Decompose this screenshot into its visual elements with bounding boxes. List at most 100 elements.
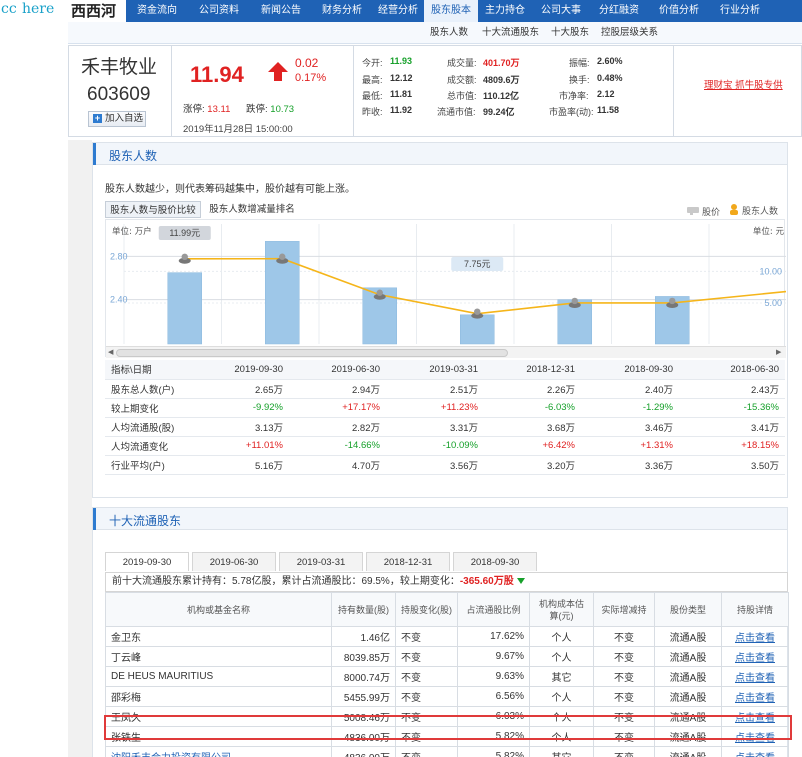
scroll-right-icon[interactable]: ▶ [776, 348, 781, 356]
stat-float-value: 99.24亿 [483, 107, 515, 117]
title-accent [93, 143, 96, 165]
holders-cell: 4.70万 [289, 455, 386, 475]
top10-cell-actual: 不变 [593, 686, 655, 707]
stat-mktcap: 总市值: 110.12亿 [447, 89, 519, 102]
nav-industry[interactable]: 行业分析 [710, 0, 770, 22]
stat-pb-label: 市净率: [559, 91, 589, 101]
top10-cell-actual: 不变 [593, 726, 655, 747]
top10-cell-type: 流通A股 [654, 726, 722, 747]
holders-table: 指标\日期 2019-09-30 2019-06-30 2019-03-31 2018-… [105, 360, 785, 475]
nav-main-holdings[interactable]: 主力持仓 [478, 0, 532, 22]
nav-news[interactable]: 新闻公告 [250, 0, 312, 22]
stat-prev-close: 昨收: 11.92 [362, 105, 412, 118]
top10-cell-detail[interactable]: 点击查看 [721, 666, 789, 687]
chart-scrollbar[interactable]: ◀ ▶ [106, 346, 786, 358]
holders-row-label: 股东总人数(户) [105, 379, 191, 399]
promo-link[interactable]: 理财宝 抓牛股专供 [704, 77, 783, 91]
legend-price: 股价 [687, 205, 720, 218]
top10-cell-qty: 5455.99万 [331, 686, 396, 707]
add-to-watchlist-button[interactable]: + 加入自选 [88, 111, 146, 127]
holders-cell: 3.46万 [581, 417, 679, 437]
scroll-thumb[interactable] [116, 349, 508, 357]
nav-finance[interactable]: 财务分析 [312, 0, 372, 22]
subnav-control-levels[interactable]: 控股层级关系 [601, 22, 658, 44]
top10-cell-detail[interactable]: 点击查看 [721, 646, 789, 667]
price-point-head [474, 308, 481, 315]
holders-header-date: 2019-06-30 [289, 360, 386, 380]
top10-cell-detail[interactable]: 点击查看 [721, 706, 789, 727]
holders-cell: 3.50万 [679, 455, 785, 475]
tab-2018-12-31[interactable]: 2018-12-31 [366, 552, 450, 571]
top10-cell-detail[interactable]: 点击查看 [721, 746, 789, 757]
stock-name: 禾丰牧业 [81, 57, 158, 78]
holders-cell: -6.03% [484, 398, 581, 418]
top10-row: 张铁生 4836.00万 不变 5.82% 个人 不变 流通A股 点击查看 [105, 726, 789, 747]
stat-amount: 成交额: 4809.6万 [447, 73, 520, 86]
tab-2019-03-31[interactable]: 2019-03-31 [279, 552, 363, 571]
top10-cell-qty: 4836.00万 [331, 746, 396, 757]
tab-2018-09-30[interactable]: 2018-09-30 [453, 552, 537, 571]
top10-row: 王凤久 5008.46万 不变 6.03% 个人 不变 流通A股 点击查看 [105, 706, 789, 727]
top10-panel-title: 十大流通股东 [93, 508, 787, 530]
top10-cell-detail[interactable]: 点击查看 [721, 726, 789, 747]
top10-cell-name[interactable]: 沈阳禾丰合力投资有限公司 [105, 746, 332, 757]
top10-cell-ratio: 9.63% [457, 666, 530, 687]
top10-row: 金卫东 1.46亿 不变 17.62% 个人 不变 流通A股 点击查看 [105, 626, 789, 647]
nav-company-profile[interactable]: 公司资料 [188, 0, 250, 22]
stat-float-cap: 流通市值: 99.24亿 [437, 105, 515, 118]
top10-cell-chg: 不变 [395, 746, 458, 757]
tab-2019-09-30[interactable]: 2019-09-30 [105, 552, 189, 571]
nav-fund-flow[interactable]: 资金流向 [126, 0, 188, 22]
last-price: 11.94 [190, 62, 244, 87]
nav-company-events[interactable]: 公司大事 [532, 0, 590, 22]
top10-cell-actual: 不变 [593, 706, 655, 727]
top10-cell-name: 丁云峰 [105, 646, 332, 667]
nav-value[interactable]: 价值分析 [648, 0, 710, 22]
holders-header-date: 2018-09-30 [581, 360, 679, 380]
left-gutter [68, 140, 92, 500]
holders-header-date: 2019-03-31 [386, 360, 484, 380]
nav-shareholders[interactable]: 股东股本 [424, 0, 478, 22]
th-actual: 实际增减持 [593, 592, 655, 627]
title-accent-2 [93, 508, 96, 530]
subnav-top10-float[interactable]: 十大流通股东 [482, 22, 539, 44]
top10-cell-actual: 不变 [593, 626, 655, 647]
subnav-top10[interactable]: 十大股东 [551, 22, 589, 44]
nav-operation[interactable]: 经营分析 [372, 0, 424, 22]
holders-chart: 2.80 2.40 10.00 5.00 单位: 万户 单位: 元 11.99元 7.75元 … [105, 219, 786, 358]
top10-cell-name: 金卫东 [105, 626, 332, 647]
top10-row: 邵彩梅 5455.99万 不变 6.56% 个人 不变 流通A股 点击查看 [105, 686, 789, 707]
nav-dividends[interactable]: 分红融资 [590, 0, 648, 22]
stat-open-label: 今开: [362, 58, 383, 68]
top10-cell-chg: 不变 [395, 646, 458, 667]
top10-cell-type: 流通A股 [654, 686, 722, 707]
tab-2019-06-30[interactable]: 2019-06-30 [192, 552, 276, 571]
main-nav: 资金流向 公司资料 新闻公告 财务分析 经营分析 股东股本 主力持仓 公司大事 … [126, 0, 802, 22]
top10-cell-cost: 其它 [529, 666, 594, 687]
limit-down-value: 10.73 [270, 104, 295, 115]
logo[interactable]: cc here [0, 0, 68, 22]
tab-compare-price[interactable]: 股东人数与股价比较 [105, 201, 201, 218]
holders-row: 较上期变化 -9.92% +17.17% +11.23% -6.03% -1.29% -15… [105, 398, 785, 418]
limit-up-value: 13.11 [207, 104, 231, 115]
top10-cell-detail[interactable]: 点击查看 [721, 626, 789, 647]
top10-cell-cost: 个人 [529, 726, 594, 747]
top10-cell-cost: 个人 [529, 706, 594, 727]
th-ratio: 占流通股比例 [457, 592, 530, 627]
stat-volume-value: 401.70万 [483, 58, 520, 68]
tab-holder-rank[interactable]: 股东人数增减量排名 [207, 201, 297, 218]
top10-cell-ratio: 5.82% [457, 746, 530, 757]
top10-row: DE HEUS MAURITIUS 8000.74万 不变 9.63% 其它 不变 流通A股… [105, 666, 789, 687]
site-name[interactable]: 西西河 [68, 0, 126, 22]
scroll-left-icon[interactable]: ◀ [108, 348, 113, 356]
bar [167, 272, 202, 345]
quote-time: 2019年11月28日 15:00:00 [183, 124, 293, 135]
stat-amplitude: 振幅: 2.60% [569, 56, 623, 69]
stat-pb: 市净率: 2.12 [559, 89, 615, 102]
summary-change: -365.60万股 [459, 576, 514, 587]
subnav-holder-count[interactable]: 股东人数 [430, 22, 468, 44]
price-point-head [181, 253, 188, 260]
top10-cell-detail[interactable]: 点击查看 [721, 686, 789, 707]
top10-cell-cost: 个人 [529, 686, 594, 707]
top10-cell-ratio: 9.67% [457, 646, 530, 667]
